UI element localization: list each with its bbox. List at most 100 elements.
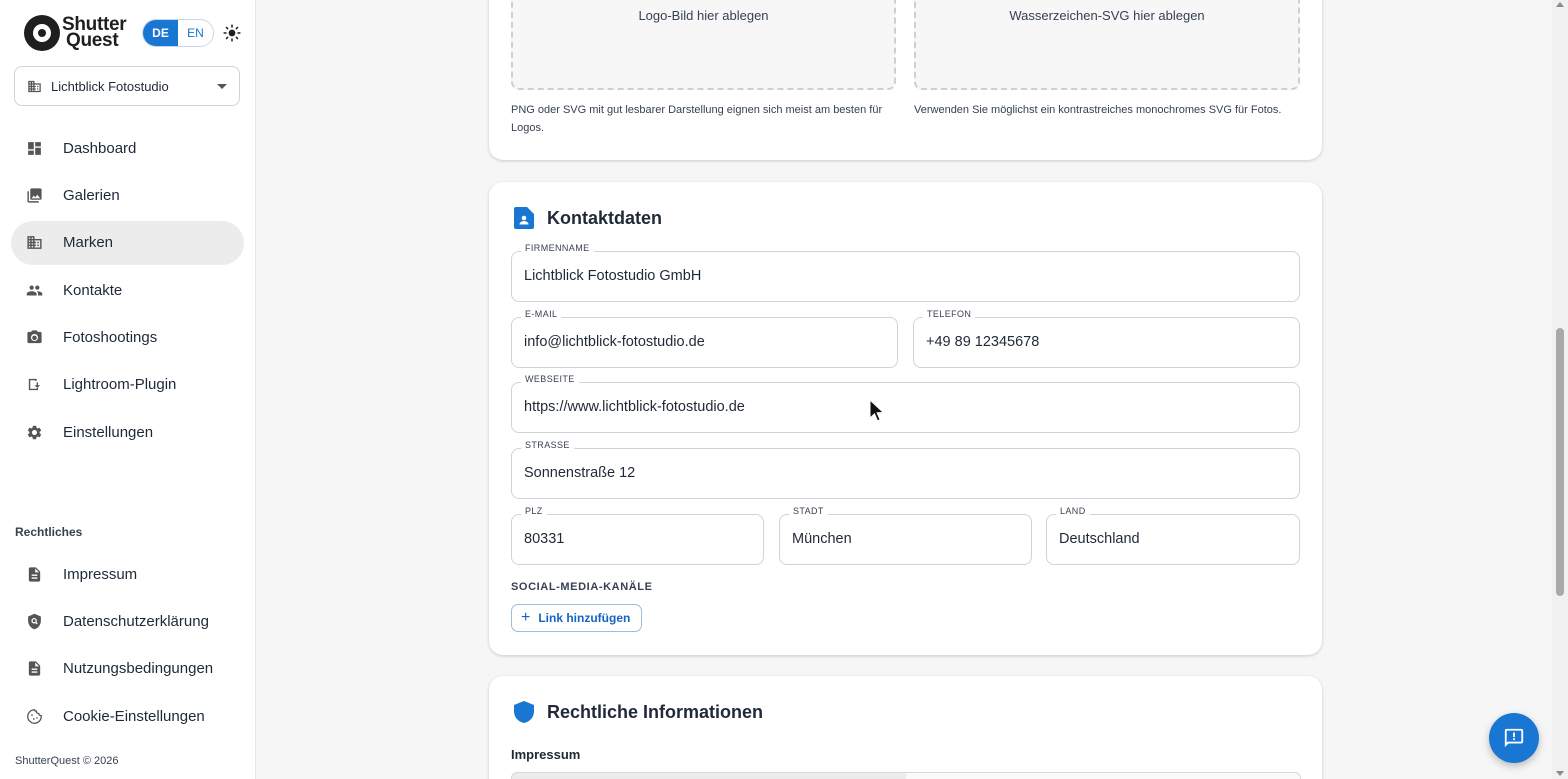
sidebar-item-label: Galerien — [63, 186, 120, 204]
sidebar: Shutter Quest DE EN Lichtblick Fotostudi… — [0, 0, 256, 779]
brand-line2: Quest — [66, 30, 119, 51]
field-value: 80331 — [524, 531, 565, 547]
sidebar-item-label: Cookie-Einstellungen — [63, 707, 205, 725]
copyright: ShutterQuest © 2026 — [15, 755, 119, 767]
zip-field[interactable]: PLZ 80331 — [511, 506, 764, 565]
field-label: Stadt — [789, 506, 828, 516]
cookie-icon — [26, 708, 43, 725]
building-icon — [28, 80, 41, 92]
logo-dropzone[interactable]: Logo-Bild hier ablegen — [511, 0, 896, 90]
field-label: Strasse — [521, 440, 574, 450]
field-label: Firmenname — [521, 243, 594, 253]
website-field[interactable]: Webseite https://www.lichtblick-fotostud… — [511, 374, 1300, 433]
language-switch: DE EN — [142, 19, 214, 47]
lang-en-button[interactable]: EN — [178, 20, 213, 46]
impressum-editor-toolbar[interactable] — [511, 772, 1301, 779]
legal-card-header: Rechtliche Informationen — [514, 701, 763, 723]
shutter-logo-icon — [24, 15, 60, 51]
email-field[interactable]: E-Mail info@lichtblick-fotostudio.de — [511, 309, 898, 368]
theme-toggle-button[interactable] — [222, 23, 242, 43]
chevron-down-icon — [217, 84, 227, 89]
sidebar-item-privacy[interactable]: Datenschutzerklärung — [11, 599, 244, 643]
main-nav: Dashboard Galerien Marken Kontakte Fotos… — [11, 126, 244, 458]
sidebar-item-label: Impressum — [63, 565, 138, 583]
sidebar-item-lightroom-plugin[interactable]: Lightroom-Plugin — [11, 363, 244, 407]
scrollbar-thumb[interactable] — [1556, 328, 1564, 596]
feedback-chat-button[interactable] — [1489, 713, 1539, 763]
legal-info-card: Rechtliche Informationen Impressum — [489, 676, 1322, 779]
field-value: Sonnenstraße 12 — [524, 465, 636, 481]
feedback-icon — [1504, 728, 1524, 748]
gallery-icon — [26, 187, 43, 204]
field-label: Webseite — [521, 374, 579, 384]
sidebar-item-brands[interactable]: Marken — [11, 220, 244, 265]
document-icon — [26, 660, 43, 677]
sidebar-item-label: Kontakte — [63, 281, 123, 299]
sidebar-item-label: Fotoshootings — [63, 329, 158, 347]
social-media-label: SOCIAL-MEDIA-KANÄLE — [511, 581, 653, 593]
logo-dropzone-text: Logo-Bild hier ablegen — [638, 8, 769, 23]
street-field[interactable]: Strasse Sonnenstraße 12 — [511, 440, 1300, 499]
sun-icon — [223, 24, 241, 42]
page-scrollbar[interactable] — [1552, 0, 1568, 779]
sidebar-item-label: Dashboard — [63, 139, 137, 157]
contact-document-icon — [514, 207, 534, 229]
scroll-down-arrow-icon[interactable] — [1556, 771, 1564, 776]
field-value: München — [792, 531, 852, 547]
dashboard-icon — [26, 140, 43, 157]
camera-icon — [26, 329, 43, 346]
sidebar-item-dashboard[interactable]: Dashboard — [11, 126, 244, 170]
field-label: Telefon — [923, 309, 976, 319]
field-label: PLZ — [521, 506, 547, 516]
brand-logo[interactable]: Shutter Quest — [24, 14, 127, 52]
sidebar-item-cookies[interactable]: Cookie-Einstellungen — [11, 694, 244, 738]
sidebar-item-label: Nutzungsbedingungen — [63, 660, 214, 678]
shield-icon — [514, 701, 534, 723]
sidebar-item-contacts[interactable]: Kontakte — [11, 268, 244, 312]
plugin-download-icon — [26, 376, 43, 393]
document-icon — [26, 566, 43, 583]
logo-hint: PNG oder SVG mit gut lesbarer Darstellun… — [511, 104, 883, 134]
shield-search-icon — [26, 613, 43, 630]
sidebar-item-label: Einstellungen — [63, 423, 154, 441]
mouse-cursor-icon — [869, 399, 885, 422]
sidebar-item-photoshoots[interactable]: Fotoshootings — [11, 316, 244, 360]
field-label: Land — [1056, 506, 1090, 516]
studio-select-value: Lichtblick Fotostudio — [51, 78, 169, 94]
contact-card: Kontaktdaten Firmenname Lichtblick Fotos… — [489, 182, 1322, 655]
watermark-dropzone-text: Wasserzeichen-SVG hier ablegen — [1009, 8, 1205, 23]
field-value: https://www.lichtblick-fotostudio.de — [524, 399, 745, 415]
city-field[interactable]: Stadt München — [779, 506, 1032, 565]
sidebar-item-label: Datenschutzerklärung — [63, 612, 209, 630]
watermark-hint: Verwenden Sie möglichst ein kontrastreic… — [914, 104, 1282, 116]
legal-card-title: Rechtliche Informationen — [547, 701, 764, 722]
watermark-dropzone[interactable]: Wasserzeichen-SVG hier ablegen — [914, 0, 1300, 90]
field-value: info@lichtblick-fotostudio.de — [524, 334, 705, 350]
field-label: E-Mail — [521, 309, 562, 319]
impressum-subheading: Impressum — [511, 747, 581, 762]
field-value: Lichtblick Fotostudio GmbH — [524, 268, 702, 284]
field-value: Deutschland — [1059, 531, 1140, 547]
brand-name: Shutter Quest — [62, 15, 127, 51]
studio-select[interactable]: Lichtblick Fotostudio — [14, 66, 240, 106]
sidebar-item-terms[interactable]: Nutzungsbedingungen — [11, 647, 244, 691]
legal-section-label: Rechtliches — [15, 525, 83, 539]
add-link-button[interactable]: + Link hinzufügen — [511, 604, 642, 632]
sidebar-item-galleries[interactable]: Galerien — [11, 173, 244, 217]
sidebar-item-label: Marken — [63, 234, 114, 252]
sidebar-item-impressum[interactable]: Impressum — [11, 552, 244, 596]
people-icon — [26, 282, 43, 299]
gear-icon — [26, 424, 43, 441]
building-icon — [26, 234, 43, 251]
scroll-up-arrow-icon[interactable] — [1556, 2, 1564, 7]
phone-field[interactable]: Telefon +49 89 12345678 — [913, 309, 1300, 368]
country-field[interactable]: Land Deutschland — [1046, 506, 1300, 565]
branding-upload-card: Logo-Bild hier ablegen Wasserzeichen-SVG… — [489, 0, 1322, 160]
company-name-field[interactable]: Firmenname Lichtblick Fotostudio GmbH — [511, 243, 1300, 302]
app-root: Shutter Quest DE EN Lichtblick Fotostudi… — [0, 0, 1568, 779]
lang-de-button[interactable]: DE — [143, 20, 178, 46]
sidebar-item-settings[interactable]: Einstellungen — [11, 410, 244, 454]
plus-icon: + — [521, 609, 531, 626]
add-link-label: Link hinzufügen — [538, 611, 631, 625]
legal-nav: Impressum Datenschutzerklärung Nutzungsb… — [11, 552, 244, 742]
